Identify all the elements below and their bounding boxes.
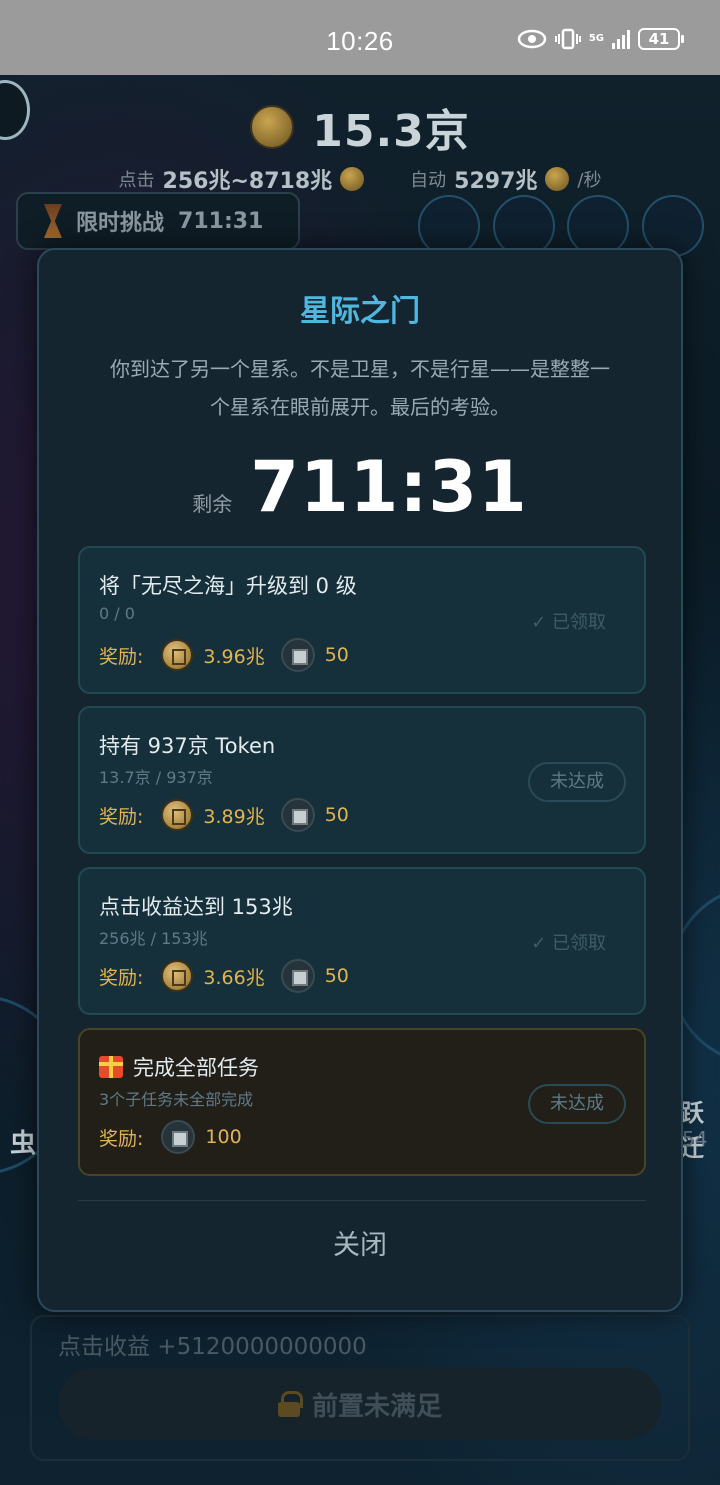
- vibrate-icon: [554, 28, 581, 50]
- token-coin-icon: [250, 105, 295, 149]
- task-title: 点击收益达到 153兆: [99, 895, 293, 919]
- task-status-claimed: ✓ 已领取: [531, 933, 606, 954]
- reward-label: 奖励:: [99, 805, 144, 828]
- task-reward: 奖励: 3.66兆 50: [99, 959, 349, 993]
- reward-coins: 3.96兆: [203, 645, 265, 668]
- final-task-label: 完成全部任务: [133, 1056, 259, 1080]
- battery-icon: 41: [638, 28, 684, 50]
- coin-icon: [545, 167, 570, 191]
- click-range: 256兆~8718兆: [162, 169, 333, 194]
- description-line-2: 个星系在眼前展开。最后的考验。: [210, 395, 510, 419]
- task-status-claimed: ✓ 已领取: [531, 612, 606, 633]
- stargate-modal: 星际之门 你到达了另一个星系。不是卫星，不是行星——是整整一 个星系在眼前展开。…: [37, 248, 683, 1312]
- balance-row: 15.3京: [0, 95, 720, 159]
- remaining-timer: 剩余 711:31: [39, 446, 681, 528]
- task-title: 将「无尽之海」升级到 0 级: [99, 574, 357, 598]
- chip-icon: [280, 798, 315, 832]
- eye-icon: [517, 29, 547, 49]
- final-task-reward: 奖励: 100: [99, 1120, 242, 1154]
- task-progress: 0 / 0: [99, 604, 135, 623]
- reward-label: 奖励:: [99, 966, 144, 989]
- task-progress: 13.7京 / 937京: [99, 768, 213, 787]
- remaining-value: 711:31: [250, 446, 528, 528]
- task-reward: 奖励: 3.96兆 50: [99, 638, 349, 672]
- remaining-label: 剩余: [192, 492, 233, 516]
- task-progress: 256兆 / 153兆: [99, 929, 208, 948]
- task-card: 点击收益达到 153兆 256兆 / 153兆 奖励: 3.66兆 50 ✓ 已…: [78, 867, 646, 1015]
- modal-divider: [78, 1200, 646, 1201]
- task-status-button[interactable]: 未达成: [528, 762, 626, 802]
- auto-label: 自动: [410, 170, 447, 191]
- locked-button-label: 前置未满足: [311, 1391, 442, 1422]
- click-income-text: 点击收益 +5120000000000: [58, 1334, 367, 1360]
- signal-icon: [612, 29, 630, 49]
- close-button[interactable]: 关闭: [39, 1223, 681, 1262]
- task-card: 持有 937京 Token 13.7京 / 937京 奖励: 3.89兆 50 …: [78, 706, 646, 854]
- click-label: 点击: [118, 170, 155, 191]
- chip-icon: [280, 638, 315, 672]
- final-task-status-button[interactable]: 未达成: [528, 1084, 626, 1124]
- chip-icon: [161, 1120, 196, 1154]
- modal-description: 你到达了另一个星系。不是卫星，不是行星——是整整一 个星系在眼前展开。最后的考验…: [75, 350, 645, 426]
- token-balance: 15.3京: [312, 106, 470, 157]
- status-icons: 5G 41: [517, 28, 684, 50]
- final-task-progress: 3个子任务未全部完成: [99, 1090, 254, 1109]
- reward-label: 奖励:: [99, 645, 144, 668]
- timed-challenge-button[interactable]: 限时挑战 711:31: [16, 192, 300, 250]
- coin-icon: [161, 799, 194, 831]
- coin-icon: [161, 960, 194, 992]
- network-type: 5G: [588, 33, 604, 44]
- hourglass-icon: [44, 204, 62, 238]
- task-card: 将「无尽之海」升级到 0 级 0 / 0 奖励: 3.96兆 50 ✓ 已领取: [78, 546, 646, 694]
- prerequisite-locked-button[interactable]: 前置未满足: [58, 1368, 662, 1440]
- final-task-title: 完成全部任务: [99, 1052, 259, 1082]
- rate-row: 点击 256兆~8718兆 自动 5297兆 /秒: [0, 163, 720, 195]
- challenge-timer: 711:31: [178, 208, 264, 234]
- reward-label: 奖励:: [99, 1127, 144, 1150]
- coin-icon: [340, 167, 365, 191]
- left-node-label: 虫: [10, 1129, 37, 1159]
- reward-coins: 3.66兆: [203, 966, 265, 989]
- reward-chips: 50: [324, 804, 349, 826]
- challenge-label: 限时挑战: [76, 211, 165, 236]
- final-task-card: 完成全部任务 3个子任务未全部完成 奖励: 100 未达成: [78, 1028, 646, 1176]
- gift-icon: [99, 1056, 123, 1078]
- per-second-label: /秒: [577, 170, 602, 191]
- reward-coins: 3.89兆: [203, 805, 265, 828]
- coin-icon: [161, 639, 194, 671]
- right-node-value: 54: [682, 1127, 708, 1151]
- lock-icon: [277, 1391, 303, 1417]
- status-bar: 10:26 5G 41: [0, 0, 720, 75]
- description-line-1: 你到达了另一个星系。不是卫星，不是行星——是整整一: [110, 357, 610, 381]
- task-reward: 奖励: 3.89兆 50: [99, 798, 349, 832]
- auto-rate: 5297兆: [454, 169, 538, 194]
- task-title: 持有 937京 Token: [99, 734, 276, 758]
- modal-title: 星际之门: [300, 294, 420, 329]
- chip-icon: [280, 959, 315, 993]
- reward-chips: 50: [324, 965, 349, 987]
- reward-chips: 50: [324, 644, 349, 666]
- reward-chips: 100: [205, 1126, 242, 1148]
